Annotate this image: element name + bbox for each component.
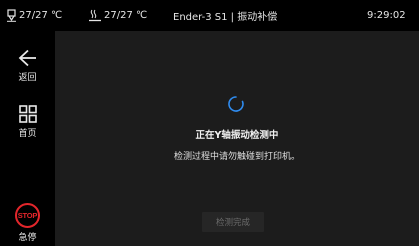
- hotend-temp: 27/27 ℃: [6, 0, 62, 31]
- status-bar: 27/27 ℃ 27/27 ℃ Ender-3 S1 | 振动补偿 9:29:0…: [0, 0, 419, 31]
- sidebar: 返回 首页 STOP 急停: [0, 31, 55, 246]
- main-panel: 正在Y轴振动检测中 检测过程中请勿触碰到打印机。 检测完成: [55, 31, 419, 246]
- back-button[interactable]: 返回: [0, 49, 55, 83]
- home-label: 首页: [18, 129, 37, 139]
- grid-icon: [18, 105, 37, 123]
- stop-icon: STOP: [15, 203, 40, 228]
- page-title: Ender-3 S1 | 振动补偿: [173, 12, 278, 23]
- detection-complete-button[interactable]: 检测完成: [202, 212, 264, 232]
- heated-bed-icon: [89, 9, 101, 22]
- stop-label: 急停: [18, 233, 37, 243]
- bed-temp: 27/27 ℃: [88, 0, 147, 31]
- hotend-temp-text: 27/27 ℃: [19, 10, 63, 21]
- back-label: 返回: [18, 73, 37, 83]
- warning-message: 检测过程中请勿触碰到打印机。: [173, 152, 300, 162]
- bed-temp-text: 27/27 ℃: [104, 10, 148, 21]
- arrow-left-icon: [18, 49, 36, 67]
- home-button[interactable]: 首页: [0, 105, 55, 139]
- emergency-stop-button[interactable]: STOP 急停: [0, 203, 55, 243]
- clock: 9:29:02: [367, 10, 406, 21]
- loading-spinner-icon: [228, 96, 244, 112]
- nozzle-icon: [7, 9, 16, 22]
- status-heading: 正在Y轴振动检测中: [195, 130, 279, 141]
